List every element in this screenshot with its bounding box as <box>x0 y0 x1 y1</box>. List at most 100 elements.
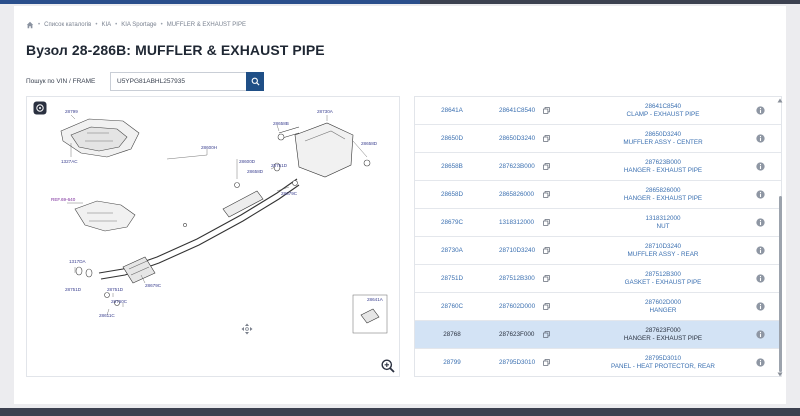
top-bar <box>0 0 800 4</box>
table-row[interactable]: 28658D 2865826000 2865826000 HANGER - EXH… <box>415 181 781 209</box>
diagram-label-28679C[interactable]: 28679C <box>281 191 298 196</box>
ref-number-link[interactable]: 28679C <box>431 209 473 236</box>
part-desc-number: 28641C8540 <box>644 102 682 110</box>
info-icon[interactable] <box>756 358 765 367</box>
target-icon[interactable] <box>33 101 47 115</box>
diagram-label-28751D-low[interactable]: 28751D <box>65 287 82 292</box>
table-row[interactable]: 28751D 287512B300 287512B300 GASKET - EXH… <box>415 265 781 293</box>
table-row[interactable]: 28730A 28710D3240 28710D3240 MUFFLER ASSY… <box>415 237 781 265</box>
diagram-label-28600H[interactable]: 28600H <box>201 145 217 150</box>
home-icon[interactable] <box>26 21 34 29</box>
move-icon[interactable] <box>241 323 253 335</box>
ref-number-link[interactable]: 28751D <box>431 265 473 292</box>
table-scrollbar-thumb[interactable] <box>779 196 782 372</box>
part-desc-number: 28710D3240 <box>644 242 682 250</box>
copy-icon[interactable] <box>543 135 550 142</box>
diagram-label-28751D-mid[interactable]: 28751D <box>107 287 124 292</box>
part-description[interactable]: 28795D3010 PANEL - HEAT PROTECTOR, REAR <box>605 349 721 376</box>
breadcrumb-separator: • <box>38 22 41 28</box>
part-desc-name: PANEL - HEAT PROTECTOR, REAR <box>611 362 715 370</box>
breadcrumb-item-catalogs[interactable]: Список каталогів <box>44 22 91 28</box>
table-row[interactable]: 28799 28795D3010 28795D3010 PANEL - HEAT … <box>415 349 781 376</box>
info-icon[interactable] <box>756 274 765 283</box>
info-icon[interactable] <box>756 134 765 143</box>
ref-number-link[interactable]: 28658D <box>431 181 473 208</box>
ref-number-link[interactable]: 28768 <box>431 321 473 348</box>
ref-number-link[interactable]: 28730A <box>431 237 473 264</box>
part-description[interactable]: 287602D000 HANGER <box>605 293 721 320</box>
info-icon[interactable] <box>756 246 765 255</box>
ref-number-link[interactable]: 28799 <box>431 349 473 376</box>
part-desc-name: HANGER - EXHAUST PIPE <box>623 334 703 342</box>
diagram-label-28679C-low[interactable]: 28679C <box>145 283 162 288</box>
copy-icon[interactable] <box>543 107 550 114</box>
ref-number-link[interactable]: 28658B <box>431 153 473 180</box>
copy-icon[interactable] <box>543 163 550 170</box>
breadcrumb-item-brand[interactable]: KIA <box>101 22 111 28</box>
part-description[interactable]: 287623F000 HANGER - EXHAUST PIPE <box>605 321 721 348</box>
part-desc-name: HANGER - EXHAUST PIPE <box>623 166 703 174</box>
parts-diagram-panel[interactable]: 28799 1327AC 28600H 28730A 28658B 28658D… <box>26 96 400 377</box>
ref-number-link[interactable]: 28641A <box>431 97 473 124</box>
ref-number-link[interactable]: 28650D <box>431 125 473 152</box>
diagram-label-28730A[interactable]: 28730A <box>317 109 334 114</box>
scroll-up-arrow-icon[interactable] <box>777 98 783 103</box>
diagram-label-28641A[interactable]: 28641A <box>367 297 384 302</box>
part-desc-number: 287623F000 <box>645 326 681 334</box>
parts-table[interactable]: 28641A 28641C8540 28641C8540 CLAMP - EXHA… <box>414 96 782 377</box>
search-button[interactable] <box>246 72 264 91</box>
diagram-label-28751D-top[interactable]: 28751D <box>271 163 288 168</box>
table-row[interactable]: 28679C 1318312000 1318312000 NUT <box>415 209 781 237</box>
vin-search-input[interactable] <box>110 72 246 91</box>
part-description[interactable]: 28641C8540 CLAMP - EXHAUST PIPE <box>605 97 721 124</box>
part-description[interactable]: 287512B300 GASKET - EXHAUST PIPE <box>605 265 721 292</box>
diagram-label-1317DA[interactable]: 1317DA <box>69 259 87 264</box>
part-desc-number: 2865826000 <box>645 186 681 194</box>
copy-icon[interactable] <box>543 219 550 226</box>
info-icon[interactable] <box>756 106 765 115</box>
part-description[interactable]: 2865826000 HANGER - EXHAUST PIPE <box>605 181 721 208</box>
search-icon <box>251 77 260 86</box>
info-icon[interactable] <box>756 330 765 339</box>
info-icon[interactable] <box>756 302 765 311</box>
table-row-selected[interactable]: 28768 287623F000 287623F000 HANGER - EXHA… <box>415 321 781 349</box>
diagram-label-28658B[interactable]: 28658B <box>273 121 289 126</box>
scroll-down-arrow-icon[interactable] <box>777 372 783 377</box>
top-bar-accent <box>0 0 420 4</box>
table-row[interactable]: 28760C 287602D000 287602D000 HANGER <box>415 293 781 321</box>
info-icon[interactable] <box>756 190 765 199</box>
zoom-in-icon[interactable] <box>381 359 395 373</box>
diagram-label-28799[interactable]: 28799 <box>65 109 78 114</box>
diagram-label-28611C[interactable]: 28611C <box>99 313 115 318</box>
page-title: Вузол 28-286B: MUFFLER & EXHAUST PIPE <box>26 42 325 58</box>
breadcrumb: • Список каталогів • KIA • KIA Sportage … <box>26 19 246 31</box>
part-desc-number: 287623B000 <box>645 158 681 166</box>
info-icon[interactable] <box>756 218 765 227</box>
part-description[interactable]: 28710D3240 MUFFLER ASSY - REAR <box>605 237 721 264</box>
table-row[interactable]: 28650D 28650D3240 28650D3240 MUFFLER ASSY… <box>415 125 781 153</box>
copy-icon[interactable] <box>543 191 550 198</box>
info-icon[interactable] <box>756 162 765 171</box>
breadcrumb-separator: • <box>115 22 118 28</box>
copy-icon[interactable] <box>543 359 550 366</box>
breadcrumb-item-model[interactable]: KIA Sportage <box>121 22 156 28</box>
diagram-label-ref[interactable]: REF.69-640 <box>51 197 76 202</box>
diagram-label-28600D[interactable]: 28600D <box>239 159 256 164</box>
table-row[interactable]: 28658B 287623B000 287623B000 HANGER - EXH… <box>415 153 781 181</box>
part-description[interactable]: 287623B000 HANGER - EXHAUST PIPE <box>605 153 721 180</box>
exhaust-diagram[interactable]: 28799 1327AC 28600H 28730A 28658B 28658D… <box>27 97 399 376</box>
diagram-label-28658D-2[interactable]: 28658D <box>247 169 264 174</box>
copy-icon[interactable] <box>543 303 550 310</box>
copy-icon[interactable] <box>543 247 550 254</box>
part-desc-name: CLAMP - EXHAUST PIPE <box>626 110 700 118</box>
diagram-label-28760C[interactable]: 28760C <box>111 299 128 304</box>
copy-icon[interactable] <box>543 275 550 282</box>
part-description[interactable]: 1318312000 NUT <box>605 209 721 236</box>
copy-icon[interactable] <box>543 331 550 338</box>
part-description[interactable]: 28650D3240 MUFFLER ASSY - CENTER <box>605 125 721 152</box>
table-row[interactable]: 28641A 28641C8540 28641C8540 CLAMP - EXHA… <box>415 97 781 125</box>
main-card: • Список каталогів • KIA • KIA Sportage … <box>14 6 786 404</box>
ref-number-link[interactable]: 28760C <box>431 293 473 320</box>
diagram-label-1327AC[interactable]: 1327AC <box>61 159 78 164</box>
diagram-label-28658D[interactable]: 28658D <box>361 141 378 146</box>
